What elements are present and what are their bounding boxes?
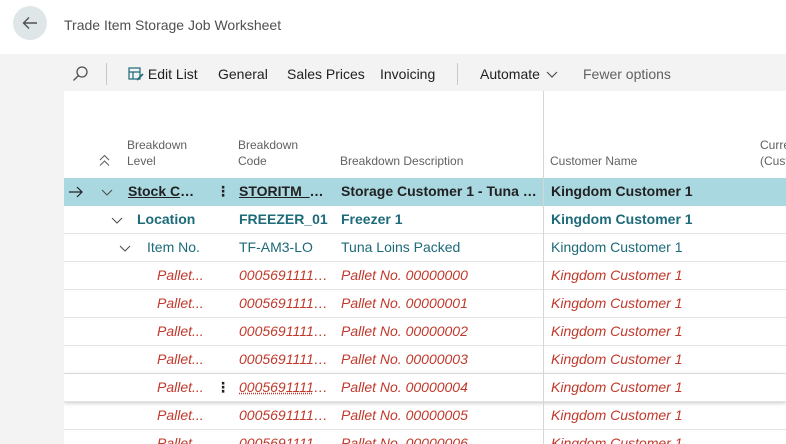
cell-breakdown-code[interactable]: TF-AM3-LO (239, 234, 331, 261)
table-row[interactable]: Pallet... 00056911114... Pallet No. 0000… (64, 290, 786, 318)
cell-breakdown-code[interactable]: 00056911114... (239, 402, 331, 429)
column-header-breakdown-code[interactable]: Breakdown Code (238, 137, 318, 169)
search-icon (73, 66, 88, 81)
page-title: Trade Item Storage Job Worksheet (64, 17, 282, 33)
cell-breakdown-code[interactable]: 00056911114... (239, 346, 331, 373)
general-menu[interactable]: General (218, 57, 268, 91)
row-actions-button[interactable]: ⋮ (216, 374, 230, 401)
table-row[interactable]: Pallet... 00056911114... Pallet No. 0000… (64, 318, 786, 346)
cell-breakdown-code[interactable]: 00056911114... (239, 430, 331, 444)
cell-breakdown-level: Pallet... (157, 295, 204, 311)
title-bar: Trade Item Storage Job Worksheet (0, 0, 786, 54)
column-header-customer-name[interactable]: Customer Name (550, 153, 637, 169)
cell-breakdown-level: Location (137, 211, 196, 227)
cell-customer-name: Kingdom Customer 1 (551, 379, 683, 395)
row-actions-button[interactable]: ⋮ (216, 178, 230, 205)
table-row[interactable]: Pallet... 00056911114... Pallet No. 0000… (64, 346, 786, 374)
table-row[interactable]: Pallet... 00056911114... Pallet No. 0000… (64, 262, 786, 290)
arrow-right-icon (69, 186, 83, 198)
column-header-currency[interactable]: Curre (Cust (760, 137, 786, 169)
cell-breakdown-description: Pallet No. 00000000 (341, 267, 468, 283)
cell-customer-name: Kingdom Customer 1 (551, 323, 683, 339)
cell-breakdown-code[interactable]: 00056911114... (239, 290, 331, 317)
cell-breakdown-level: Pallet... (157, 379, 204, 395)
table-row[interactable]: Stock Ce... ⋮ STORITM_C... Storage Custo… (64, 178, 786, 206)
cell-breakdown-code[interactable]: 00056911114... (239, 374, 331, 401)
action-bar: Edit List General Sales Prices Invoicing… (64, 57, 786, 91)
cell-breakdown-description: Pallet No. 00000004 (341, 379, 468, 395)
table-row[interactable]: Location FREEZER_01 Freezer 1 Kingdom Cu… (64, 206, 786, 234)
cell-breakdown-level: Pallet... (157, 323, 204, 339)
collapse-all-icon[interactable] (98, 154, 111, 167)
cell-breakdown-code[interactable]: 00056911114... (239, 318, 331, 345)
cell-breakdown-description: Pallet No. 00000001 (341, 295, 468, 311)
invoicing-menu[interactable]: Invoicing (380, 57, 435, 91)
cell-customer-name: Kingdom Customer 1 (551, 267, 683, 283)
worksheet-grid: Breakdown Level Breakdown Code Breakdown… (64, 91, 786, 444)
toolbar-divider (106, 63, 107, 85)
cell-breakdown-description: Pallet No. 00000002 (341, 323, 468, 339)
cell-customer-name: Kingdom Customer 1 (551, 351, 683, 367)
toolbar-divider (457, 63, 458, 85)
cell-breakdown-description: Pallet No. 00000006 (341, 435, 468, 444)
cell-breakdown-level: Pallet... (157, 267, 204, 283)
cell-customer-name: Kingdom Customer 1 (551, 183, 693, 199)
table-row[interactable]: Pallet... 00056911114... Pallet No. 0000… (64, 430, 786, 444)
edit-list-button[interactable]: Edit List (128, 57, 198, 91)
cell-breakdown-description: Pallet No. 00000003 (341, 351, 468, 367)
table-row[interactable]: Pallet... 00056911114... Pallet No. 0000… (64, 402, 786, 430)
cell-breakdown-level[interactable]: Stock Ce... (128, 178, 198, 205)
chevron-down-icon[interactable] (101, 186, 113, 198)
chevron-down-icon (546, 71, 558, 78)
cell-breakdown-description: Storage Customer 1 - Tuna T... (341, 183, 541, 199)
sales-prices-menu[interactable]: Sales Prices (287, 57, 365, 91)
cell-customer-name: Kingdom Customer 1 (551, 295, 683, 311)
fewer-options-button[interactable]: Fewer options (583, 57, 671, 91)
column-header-breakdown-description[interactable]: Breakdown Description (340, 153, 463, 169)
cell-breakdown-description: Pallet No. 00000005 (341, 407, 468, 423)
cell-customer-name: Kingdom Customer 1 (551, 407, 683, 423)
cell-breakdown-code[interactable]: FREEZER_01 (239, 206, 331, 233)
cell-breakdown-description: Freezer 1 (341, 211, 403, 227)
cell-breakdown-level: Pallet... (157, 351, 204, 367)
cell-breakdown-level: Pallet... (157, 435, 204, 444)
table-row[interactable]: Pallet... ⋮ 00056911114... Pallet No. 00… (64, 374, 786, 402)
cell-customer-name: Kingdom Customer 1 (551, 435, 683, 444)
chevron-down-icon[interactable] (119, 242, 131, 254)
back-button[interactable] (13, 6, 47, 40)
cell-breakdown-description: Tuna Loins Packed (341, 239, 461, 255)
frozen-column-divider (543, 91, 544, 444)
automate-menu[interactable]: Automate (480, 57, 558, 91)
cell-breakdown-level: Pallet... (157, 407, 204, 423)
automate-label: Automate (480, 66, 540, 82)
search-button[interactable] (72, 57, 89, 91)
cell-customer-name: Kingdom Customer 1 (551, 239, 683, 255)
chevron-down-icon[interactable] (111, 214, 123, 226)
cell-customer-name: Kingdom Customer 1 (551, 211, 693, 227)
table-row[interactable]: Item No. TF-AM3-LO Tuna Loins Packed Kin… (64, 234, 786, 262)
cell-breakdown-level: Item No. (147, 239, 200, 255)
edit-list-label: Edit List (147, 66, 198, 82)
column-header-breakdown-level[interactable]: Breakdown Level (127, 137, 217, 169)
cell-breakdown-code[interactable]: 00056911114... (239, 262, 331, 289)
cell-breakdown-code[interactable]: STORITM_C... (239, 178, 331, 205)
arrow-left-icon (22, 17, 37, 29)
edit-list-icon (128, 67, 144, 81)
